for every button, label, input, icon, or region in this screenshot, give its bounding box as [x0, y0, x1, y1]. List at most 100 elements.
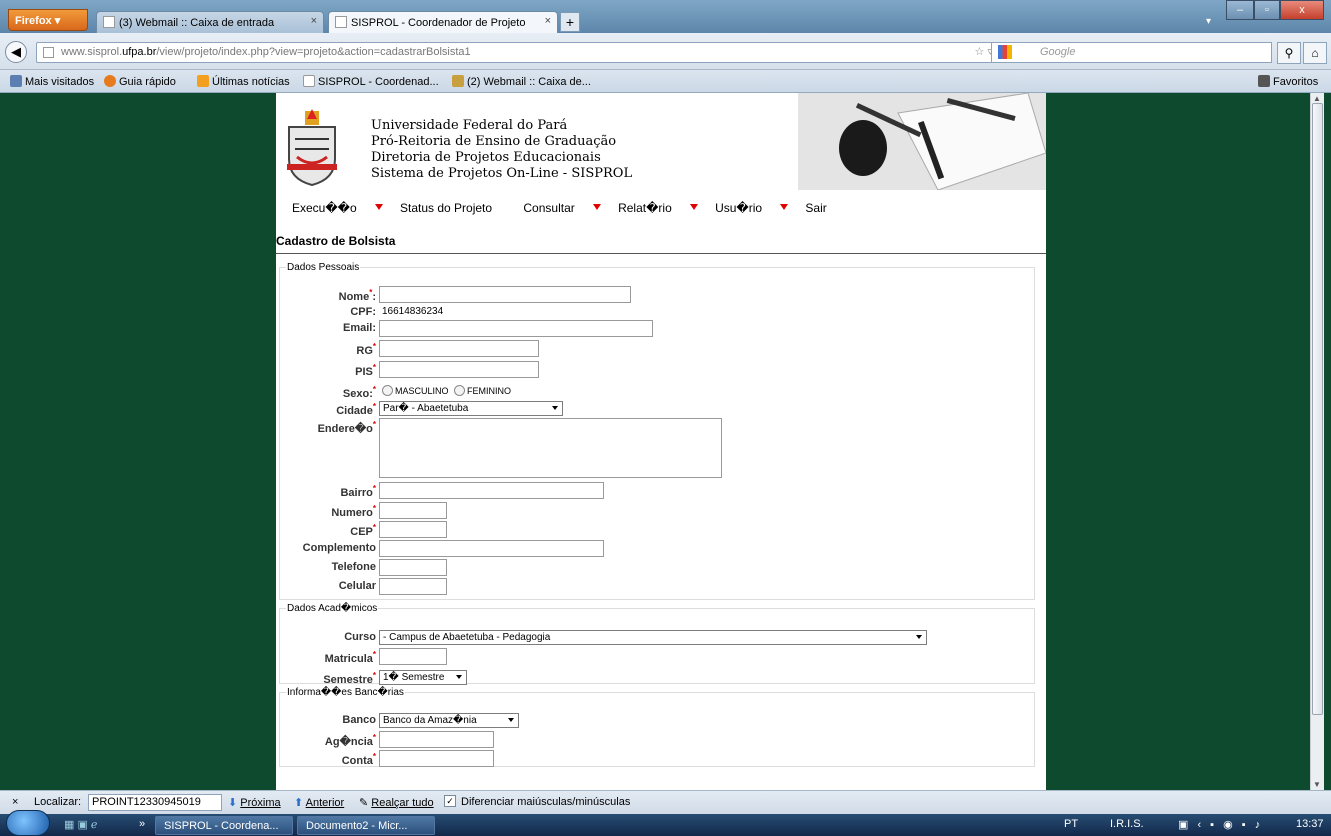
radio-masculino[interactable] [382, 385, 393, 396]
minimize-button[interactable]: – [1226, 0, 1254, 20]
label-text: Sexo: [342, 388, 373, 400]
language-indicator[interactable]: PT [1064, 818, 1078, 830]
tab-webmail[interactable]: (3) Webmail :: Caixa de entrada × [96, 11, 324, 33]
email-input[interactable] [379, 320, 653, 337]
pis-input[interactable] [379, 361, 539, 378]
celular-input[interactable] [379, 578, 447, 595]
url-bar[interactable]: www.sisprol.ufpa.br/view/projeto/index.p… [36, 42, 1011, 63]
highlight-all-button[interactable]: ✎ Realçar tudo [359, 796, 434, 809]
menu-label: Relat�rio [618, 201, 672, 215]
matricula-input[interactable] [379, 648, 447, 665]
bookmark-label: Últimas notícias [212, 76, 290, 88]
legend-informacoes-bancarias: Informa��es Banc�rias [287, 687, 404, 698]
favorites-button[interactable]: Favoritos [1258, 75, 1318, 88]
tab-list-dropdown-icon[interactable]: ▾ [1206, 16, 1211, 27]
bookmark-mais-visitados[interactable]: Mais visitados [10, 75, 94, 88]
complemento-input[interactable] [379, 540, 604, 557]
bookmark-guia-rapido[interactable]: Guia rápido [104, 75, 176, 88]
menu-execucao[interactable]: Execu��o [292, 201, 383, 215]
endereco-textarea[interactable] [379, 418, 722, 478]
quick-launch-icons[interactable]: ▦ ▣ ℯ [64, 818, 97, 831]
main-menu: Execu��o Status do Projeto Consultar Rel… [292, 201, 855, 215]
maximize-button[interactable]: ▫ [1254, 0, 1280, 20]
numero-input[interactable] [379, 502, 447, 519]
tab-close-icon[interactable]: × [311, 15, 317, 27]
match-case-checkbox[interactable]: ✓ [444, 795, 456, 807]
row-sexo: Sexo:* MASCULINO FEMININO [280, 383, 1040, 401]
radio-feminino[interactable] [454, 385, 466, 396]
firefox-menu-label: Firefox [15, 15, 52, 27]
legend-dados-pessoais: Dados Pessoais [287, 262, 360, 273]
banco-select[interactable]: Banco da Amaz�nia [379, 713, 519, 728]
search-button[interactable]: ⚲ [1277, 42, 1301, 64]
bookmark-webmail[interactable]: (2) Webmail :: Caixa de... [452, 75, 591, 88]
bookmark-sisprol[interactable]: SISPROL - Coordenad... [303, 75, 439, 88]
page-viewport: Universidade Federal do Pará Pró-Reitori… [0, 93, 1310, 790]
scrollbar-thumb[interactable] [1312, 103, 1323, 715]
find-next-button[interactable]: ⬇ Próxima [228, 796, 281, 809]
row-endereco: Endere�o* [280, 418, 1040, 480]
close-window-button[interactable]: x [1280, 0, 1324, 20]
menu-sair[interactable]: Sair [805, 201, 840, 215]
back-button[interactable]: ◀ [5, 41, 27, 63]
find-next-label: Próxima [240, 797, 281, 809]
nome-input[interactable] [379, 286, 631, 303]
conta-input[interactable] [379, 750, 494, 767]
taskbar-app-sisprol[interactable]: SISPROL - Coordena... [155, 816, 293, 835]
agencia-input[interactable] [379, 731, 494, 748]
bookmarks-icon [10, 75, 22, 87]
chevron-down-icon [916, 635, 922, 639]
pen-and-paper-banner-image [798, 93, 1046, 190]
bookmarks-bar: Mais visitados Guia rápido Últimas notíc… [0, 70, 1331, 93]
quick-launch-more-icon[interactable]: » [139, 818, 145, 830]
label-celular: Celular [338, 580, 376, 592]
find-previous-button[interactable]: ⬆ Anterior [294, 796, 344, 809]
bairro-input[interactable] [379, 482, 604, 499]
label-nome: Nome*: [338, 288, 376, 303]
menu-relatorio[interactable]: Relat�rio [618, 201, 698, 215]
scroll-up-icon[interactable]: ▲ [1313, 94, 1321, 103]
label-agencia: Ag�ncia* [324, 733, 376, 748]
radio-label: MASCULINO [395, 386, 449, 396]
label-text: Nome [338, 291, 370, 303]
menu-usuario[interactable]: Usu�rio [715, 201, 789, 215]
menu-consultar[interactable]: Consultar [523, 201, 601, 215]
vertical-scrollbar[interactable]: ▲ ▼ [1310, 93, 1324, 790]
find-label: Localizar: [34, 796, 82, 808]
curso-select[interactable]: - Campus de Abaetetuba - Pedagogia [379, 630, 927, 645]
firefox-menu-button[interactable]: Firefox ▾ [8, 9, 88, 31]
search-icon: ⚲ [1284, 46, 1294, 60]
header-line-system: Sistema de Projetos On-Line - SISPROL [371, 166, 633, 181]
fieldset-informacoes-bancarias: Informa��es Banc�rias Banco Banco da Ama… [279, 687, 1035, 767]
scroll-down-icon[interactable]: ▼ [1313, 780, 1321, 789]
cep-input[interactable] [379, 521, 447, 538]
menu-label: Status do Projeto [399, 201, 493, 215]
row-rg: RG* [280, 340, 1040, 358]
system-tray-icons[interactable]: ▣ ‹ ▪ ◉ ▪ ♪ [1178, 818, 1263, 831]
taskbar-app-documento[interactable]: Documento2 - Micr... [297, 816, 435, 835]
find-close-icon[interactable]: × [12, 796, 18, 808]
find-input[interactable]: PROINT12330945019 [88, 794, 222, 811]
label-numero: Numero* [331, 504, 376, 519]
row-complemento: Complemento [280, 540, 1040, 558]
menu-label: Usu�rio [715, 201, 763, 215]
home-button[interactable]: ⌂ [1303, 42, 1327, 64]
row-pis: PIS* [280, 361, 1040, 379]
new-tab-button[interactable]: + [560, 12, 580, 32]
clock[interactable]: 13:37 [1296, 818, 1324, 830]
tab-sisprol[interactable]: SISPROL - Coordenador de Projeto × [328, 11, 558, 33]
sisprol-page: Universidade Federal do Pará Pró-Reitori… [276, 93, 1046, 790]
row-semestre: Semestre* 1� Semestre [280, 669, 1040, 687]
label-cep: CEP* [350, 523, 376, 538]
start-button[interactable] [6, 810, 50, 836]
search-bar[interactable]: Google [991, 42, 1272, 63]
menu-status-projeto[interactable]: Status do Projeto [400, 201, 506, 215]
cidade-select[interactable]: Par� - Abaetetuba [379, 401, 563, 416]
semestre-select[interactable]: 1� Semestre [379, 670, 467, 685]
rg-input[interactable] [379, 340, 539, 357]
header-line-proreitoria: Pró-Reitoria de Ensino de Graduação [371, 134, 617, 149]
tab-close-icon[interactable]: × [545, 15, 551, 27]
bookmark-ultimas-noticias[interactable]: Últimas notícias [197, 75, 290, 88]
iris-tray-item[interactable]: I.R.I.S. [1110, 818, 1144, 830]
telefone-input[interactable] [379, 559, 447, 576]
